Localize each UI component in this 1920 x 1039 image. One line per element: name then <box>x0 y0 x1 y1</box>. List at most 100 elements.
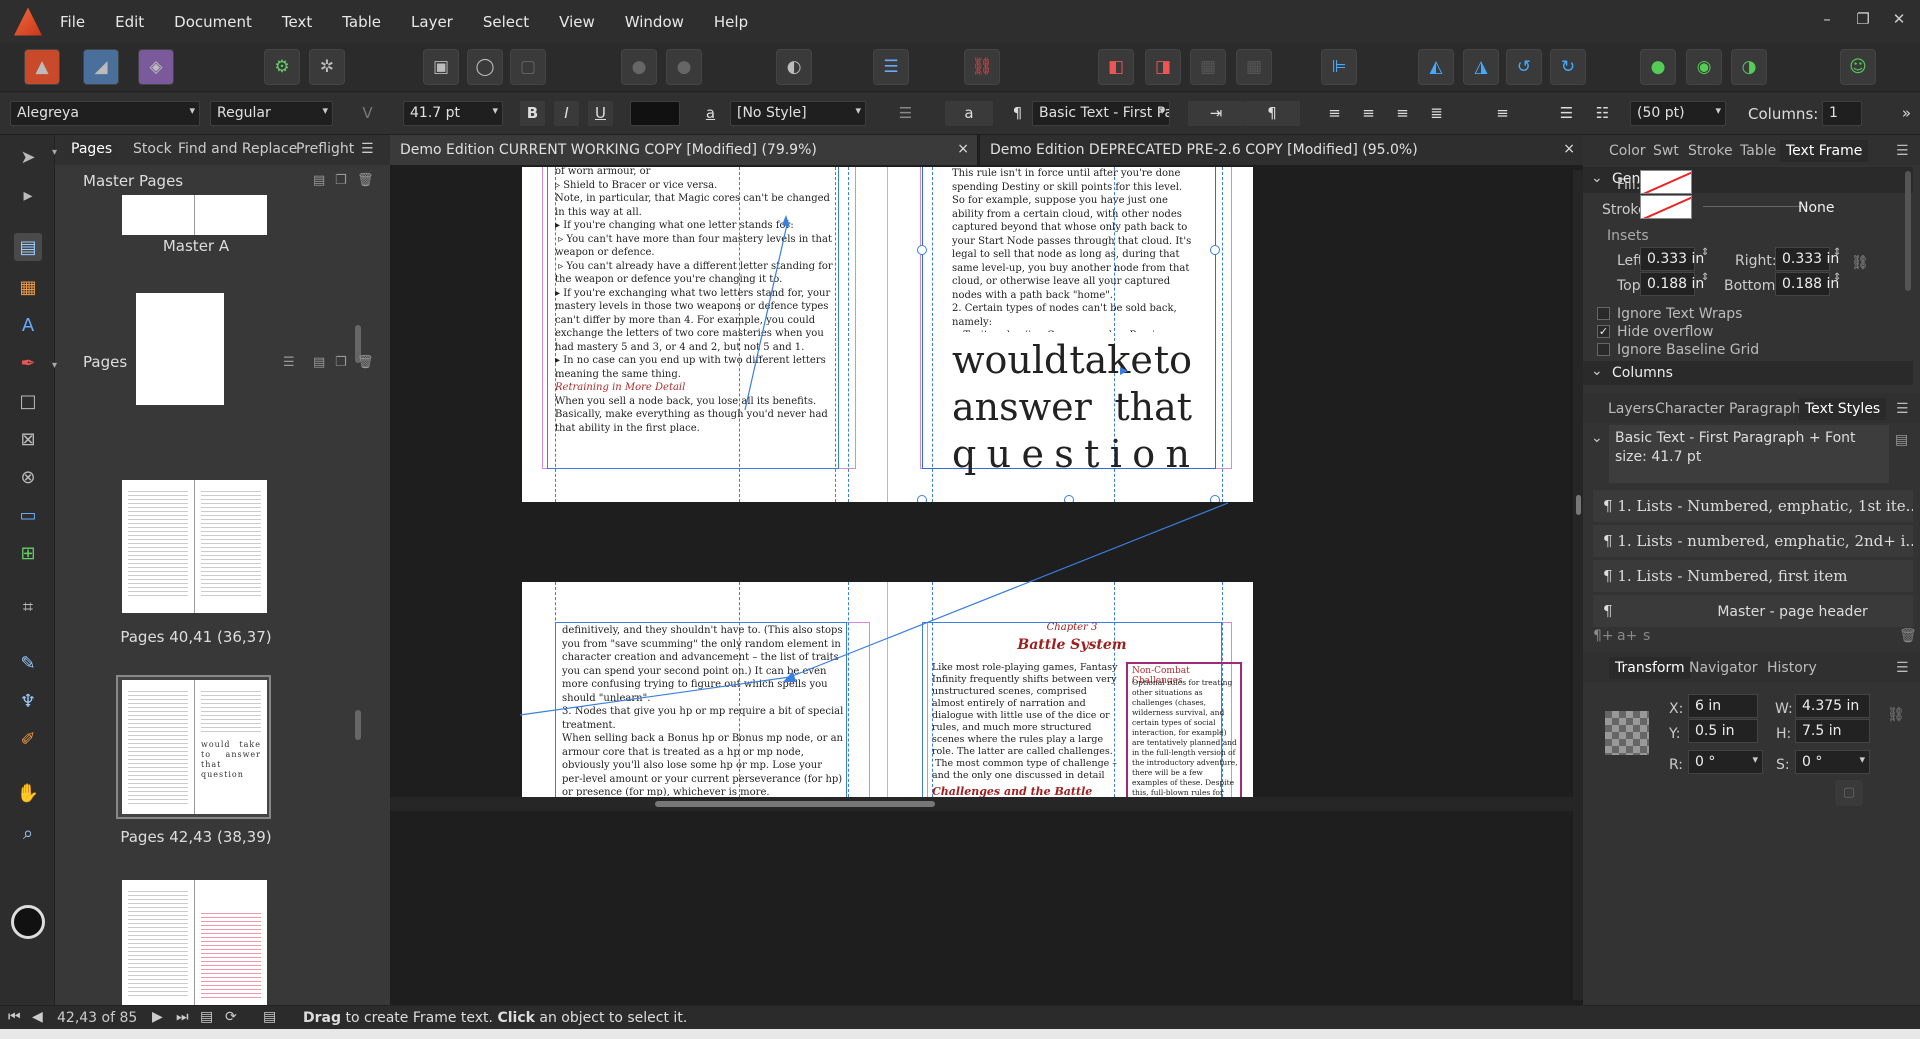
tab-swatches[interactable]: Swt <box>1653 143 1679 159</box>
page-options-icon[interactable]: ☰ <box>283 355 295 370</box>
font-size-field[interactable]: 41.7 pt ▾ <box>403 101 503 126</box>
transparency-tool-icon[interactable]: ♆ <box>14 687 42 715</box>
horizontal-scrollbar[interactable] <box>390 797 1573 811</box>
tab-preflight[interactable]: Preflight <box>296 141 354 157</box>
last-page-icon[interactable]: ⏭ <box>176 1009 189 1025</box>
menu-select[interactable]: Select <box>483 13 529 31</box>
character-style-select[interactable]: [No Style] ▾ <box>730 101 866 126</box>
rotation-input[interactable]: 0 ° ▾ <box>1688 750 1763 774</box>
h-input[interactable]: 7.5 in <box>1795 719 1870 743</box>
ignore-baseline-grid-checkbox[interactable] <box>1597 343 1610 356</box>
close-window-icon[interactable]: ✕ <box>1888 10 1910 32</box>
align-right-icon[interactable]: ≡ <box>1390 101 1415 126</box>
align-left-icon[interactable]: ≡ <box>1322 101 1347 126</box>
show-special-characters-button[interactable]: ¶ <box>1244 101 1300 126</box>
add-page-icon[interactable]: ▤ <box>313 355 325 370</box>
previous-page-icon[interactable]: ◀ <box>32 1009 43 1025</box>
duplicate-master-icon[interactable]: ❐ <box>335 173 347 188</box>
tab-character[interactable]: Character <box>1655 401 1724 417</box>
zoom-tool-icon[interactable]: ⌕ <box>14 819 42 847</box>
snapping-icon[interactable]: ✲ <box>309 49 345 85</box>
w-input[interactable]: 4.375 in <box>1795 694 1870 718</box>
boolean-subtract-icon[interactable]: ◉ <box>1686 49 1722 85</box>
inset-left-input[interactable]: 0.333 in <box>1640 247 1704 271</box>
pages-scrollbar[interactable] <box>355 710 361 740</box>
master-a-thumbnail[interactable] <box>122 195 267 235</box>
hide-overflow-checkbox[interactable]: ✓ <box>1597 325 1610 338</box>
tab-paragraph[interactable]: Paragraph <box>1729 401 1801 417</box>
publisher-persona-icon[interactable]: ▲ <box>24 49 60 85</box>
panel-menu-icon[interactable]: ☰ <box>1896 143 1909 159</box>
frame-text-tool-icon[interactable]: ▤ <box>14 233 42 261</box>
pages-44-45-thumbnail[interactable] <box>122 880 267 1005</box>
place-image-tool-icon[interactable]: ▭ <box>14 501 42 529</box>
pilcrow-icon[interactable]: ¶ <box>1005 101 1030 126</box>
expand-toolbar-icon[interactable]: » <box>1894 101 1919 126</box>
preview-icon[interactable]: ◐ <box>776 49 812 85</box>
tab-find-replace[interactable]: Find and Replace <box>178 141 297 157</box>
photo-persona-icon[interactable]: ◈ <box>138 49 174 85</box>
rectangle-tool-icon[interactable]: □ <box>14 387 42 415</box>
color-picker-tool-icon[interactable]: ✐ <box>14 725 42 753</box>
lock-aspect-icon[interactable]: ⛓ <box>1887 707 1905 723</box>
node-tool-icon[interactable]: ▸ <box>14 181 42 209</box>
delete-master-icon[interactable]: 🗑 <box>357 173 374 188</box>
tab-layers[interactable]: Layers <box>1608 401 1654 417</box>
stepper-icon[interactable]: ⇕ <box>1701 272 1709 283</box>
inset-bottom-input[interactable]: 0.188 in <box>1775 272 1839 296</box>
inset-top-input[interactable]: 0.188 in <box>1640 272 1704 296</box>
color-swatch-icon[interactable] <box>11 905 45 939</box>
underline-button[interactable]: U <box>588 101 613 126</box>
panel-menu-icon[interactable]: ☰ <box>1896 401 1909 417</box>
pages-40-41-thumbnail[interactable] <box>122 480 267 613</box>
tab-history[interactable]: History <box>1767 660 1817 676</box>
vertical-align-icon[interactable]: ≡ <box>1490 101 1515 126</box>
text-color-swatch[interactable] <box>630 101 680 126</box>
paragraph-style-options-button[interactable]: ⇥ <box>1188 101 1244 126</box>
menu-window[interactable]: Window <box>625 13 684 31</box>
panel-menu-icon[interactable]: ☰ <box>1896 660 1909 676</box>
horizontal-scroll-thumb[interactable] <box>655 801 935 807</box>
align-icon[interactable]: ⊫ <box>1321 49 1357 85</box>
bullet-list-icon[interactable]: ☰ <box>1554 101 1579 126</box>
italic-button[interactable]: I <box>554 101 579 126</box>
circle-view-icon[interactable]: ◯ <box>467 49 503 85</box>
menu-layer[interactable]: Layer <box>411 13 453 31</box>
character-style-icon[interactable]: a <box>698 101 723 126</box>
first-page-icon[interactable]: ⏮ <box>8 1009 21 1025</box>
notes-icon[interactable]: ▤ <box>263 1009 276 1025</box>
pen-tool-icon[interactable]: ✒ <box>14 349 42 377</box>
new-character-style-icon[interactable]: a+ <box>1617 628 1637 644</box>
tab-table[interactable]: Table <box>1740 143 1776 159</box>
vertical-scroll-thumb[interactable] <box>1576 495 1581 515</box>
tab-navigator[interactable]: Navigator <box>1689 660 1758 676</box>
next-page-icon[interactable]: ▶ <box>152 1009 163 1025</box>
flip-horizontal-icon[interactable]: ◭ <box>1418 49 1454 85</box>
menu-file[interactable]: File <box>60 13 85 31</box>
restore-icon[interactable]: ❐ <box>1852 10 1874 32</box>
ignore-text-wraps-checkbox[interactable] <box>1597 307 1610 320</box>
fill-tool-icon[interactable]: ✎ <box>14 649 42 677</box>
align-center-icon[interactable]: ≡ <box>1356 101 1381 126</box>
menu-text[interactable]: Text <box>282 13 312 31</box>
transform-options-icon[interactable]: ▢ <box>1835 780 1863 806</box>
arrange-front-icon[interactable]: ◧ <box>1098 49 1134 85</box>
delete-page-icon[interactable]: 🗑 <box>357 355 374 370</box>
crop-tool-icon[interactable]: ⌗ <box>14 593 42 621</box>
pages-42-43-thumbnail[interactable]: would take to answer that question <box>122 680 267 814</box>
flip-vertical-icon[interactable]: ◮ <box>1463 49 1499 85</box>
text-style-list-icon[interactable]: ☰ <box>893 101 918 126</box>
chevron-down-icon[interactable]: ⌄ <box>1591 430 1603 446</box>
font-weight-select[interactable]: Regular ▾ <box>210 101 333 126</box>
delete-style-icon[interactable]: 🗑 <box>1899 628 1917 644</box>
duplicate-page-icon[interactable]: ❐ <box>335 355 347 370</box>
settings-gear-icon[interactable]: ⚙ <box>264 49 300 85</box>
spacing-field[interactable]: (50 pt) ▾ <box>1630 101 1726 126</box>
paragraph-style-select[interactable]: Basic Text - First Pa ▾ <box>1032 101 1170 126</box>
rotate-left-icon[interactable]: ↺ <box>1506 49 1542 85</box>
stepper-icon[interactable]: ⇕ <box>1701 247 1709 258</box>
artistic-text-tool-icon[interactable]: A <box>14 311 42 339</box>
panel-menu-icon[interactable]: ☰ <box>361 141 374 157</box>
account-icon[interactable]: ☺ <box>1840 49 1876 85</box>
move-tool-icon[interactable]: ➤ <box>14 143 42 171</box>
